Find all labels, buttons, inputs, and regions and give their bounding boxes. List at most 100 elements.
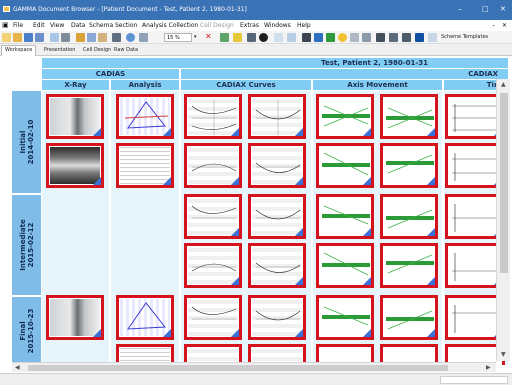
axis-movement-thumbnail[interactable] <box>316 94 374 139</box>
help-icon[interactable] <box>126 33 135 42</box>
delete-icon[interactable]: ✕ <box>205 32 212 41</box>
image-icon[interactable] <box>402 33 411 42</box>
menu-windows[interactable]: Windows <box>264 22 291 29</box>
scheme-templates-label[interactable]: Scheme Templates <box>441 34 488 40</box>
bars-icon[interactable] <box>302 33 311 42</box>
analysis-thumbnail[interactable] <box>116 94 174 139</box>
scroll-down-icon[interactable]: ▼ <box>501 351 506 358</box>
analysis-thumbnail[interactable] <box>116 295 174 340</box>
paste-icon[interactable] <box>98 33 107 42</box>
layout-icon[interactable] <box>287 33 296 42</box>
group-header-cadias: CADIAS <box>42 69 179 79</box>
scroll-up-icon[interactable]: ▲ <box>501 81 506 88</box>
axis-movement-thumbnail[interactable] <box>316 295 374 340</box>
word-icon[interactable] <box>415 33 424 42</box>
print-icon[interactable] <box>61 33 70 42</box>
restore-document-button[interactable]: – <box>492 22 495 29</box>
row-final-date: 2015-10-23 <box>26 308 35 354</box>
panoramic-xray-thumbnail[interactable] <box>46 143 104 188</box>
menu-help[interactable]: Help <box>297 22 311 29</box>
zoom-select[interactable]: 15 % <box>164 33 192 42</box>
axis-movement-thumbnail[interactable] <box>316 194 374 239</box>
menu-edit[interactable]: Edit <box>33 22 45 29</box>
row-label-intermediate: Intermediate 2015-02-12 <box>12 195 41 295</box>
table-icon[interactable] <box>274 33 283 42</box>
new-icon[interactable] <box>2 33 11 42</box>
row-label-final: Final 2015-10-23 <box>12 297 41 365</box>
close-button[interactable]: ✕ <box>500 5 506 13</box>
tab-cell-design[interactable]: Cell Design <box>80 46 114 54</box>
menu-extras[interactable]: Extras <box>240 22 259 29</box>
yellow-circle-icon[interactable] <box>338 33 347 42</box>
record-icon[interactable] <box>259 33 268 42</box>
cadiax-curve-thumbnail[interactable] <box>184 194 242 239</box>
grid-view-icon[interactable] <box>314 33 323 42</box>
camera-icon[interactable] <box>247 33 256 42</box>
scroll-left-icon[interactable]: ◀ <box>15 364 20 371</box>
axis-movement-thumbnail[interactable] <box>380 295 438 340</box>
zoom-icon[interactable] <box>139 33 148 42</box>
green-grid-icon[interactable] <box>326 33 335 42</box>
cadiax-curve-thumbnail[interactable] <box>184 295 242 340</box>
scroll-right-icon[interactable]: ▶ <box>486 364 491 371</box>
axis-movement-thumbnail[interactable] <box>380 243 438 288</box>
save-icon[interactable] <box>24 33 33 42</box>
vertical-scroll-thumb[interactable] <box>500 93 508 273</box>
open-icon[interactable] <box>13 33 22 42</box>
horizontal-scroll-thumb[interactable] <box>28 365 448 371</box>
vertical-scrollbar[interactable]: ▲ ▼ <box>496 79 510 361</box>
grid-icon[interactable] <box>112 33 121 42</box>
tab-presentation[interactable]: Presentation <box>41 46 78 54</box>
cadiax-curve-thumbnail[interactable] <box>248 194 306 239</box>
toolbar: 15 % ▾ ✕ Scheme Templates <box>0 31 512 44</box>
column-header-cadiax-curves: CADIAX Curves <box>181 80 311 90</box>
minimize-button[interactable]: – <box>458 5 462 13</box>
row-intermediate-date: 2015-02-12 <box>26 222 35 268</box>
menu-section[interactable]: Section <box>115 22 137 29</box>
tab-workspace[interactable]: Workspace <box>1 45 37 56</box>
cadiax-curve-thumbnail[interactable] <box>184 143 242 188</box>
menu-view[interactable]: View <box>50 22 64 29</box>
zoom-dropdown-icon[interactable]: ▾ <box>194 34 197 40</box>
cadiax-curve-thumbnail[interactable] <box>184 94 242 139</box>
screen-icon[interactable] <box>389 33 398 42</box>
column-header-xray: X-Ray <box>42 80 109 90</box>
maximize-button[interactable]: □ <box>482 5 489 13</box>
print-preview-icon[interactable] <box>50 33 59 42</box>
status-field <box>440 376 508 384</box>
network-icon[interactable] <box>362 33 371 42</box>
row-initial-name: Initial <box>18 130 27 154</box>
horizontal-scrollbar[interactable]: ◀ ▶ <box>12 362 496 372</box>
app-icon <box>3 6 10 12</box>
lock-icon[interactable] <box>233 33 242 42</box>
group-header-cadiax: CADIAX <box>181 69 508 79</box>
menu-file[interactable]: File <box>13 22 23 29</box>
menu-cell-design[interactable]: Cell Design <box>200 22 234 29</box>
axis-movement-thumbnail[interactable] <box>380 143 438 188</box>
analysis-table-thumbnail[interactable] <box>116 143 174 188</box>
scheme-icon[interactable] <box>428 33 437 42</box>
cadiax-curve-thumbnail[interactable] <box>248 94 306 139</box>
menu-schema[interactable]: Schema <box>89 22 113 29</box>
tab-raw-data[interactable]: Raw Data <box>111 46 141 54</box>
row-label-initial: Initial 2014-02-10 <box>12 91 41 193</box>
close-document-button[interactable]: ✕ <box>502 22 507 29</box>
menu-analysis-collection[interactable]: Analysis Collection <box>142 22 198 29</box>
axis-movement-thumbnail[interactable] <box>316 143 374 188</box>
axis-movement-thumbnail[interactable] <box>316 243 374 288</box>
monitor-icon[interactable] <box>376 33 385 42</box>
cut-icon[interactable] <box>76 33 85 42</box>
axis-movement-thumbnail[interactable] <box>380 94 438 139</box>
copy-icon[interactable] <box>87 33 96 42</box>
cadiax-curve-thumbnail[interactable] <box>248 243 306 288</box>
menu-data[interactable]: Data <box>71 22 85 29</box>
save-all-icon[interactable] <box>35 33 44 42</box>
cadiax-curve-thumbnail[interactable] <box>248 143 306 188</box>
cadiax-curve-thumbnail[interactable] <box>184 243 242 288</box>
cadiax-curve-thumbnail[interactable] <box>248 295 306 340</box>
axis-movement-thumbnail[interactable] <box>380 194 438 239</box>
xray-thumbnail[interactable] <box>46 94 104 139</box>
refresh-icon[interactable] <box>220 33 229 42</box>
tools-icon[interactable] <box>350 33 359 42</box>
xray-thumbnail[interactable] <box>46 295 104 340</box>
